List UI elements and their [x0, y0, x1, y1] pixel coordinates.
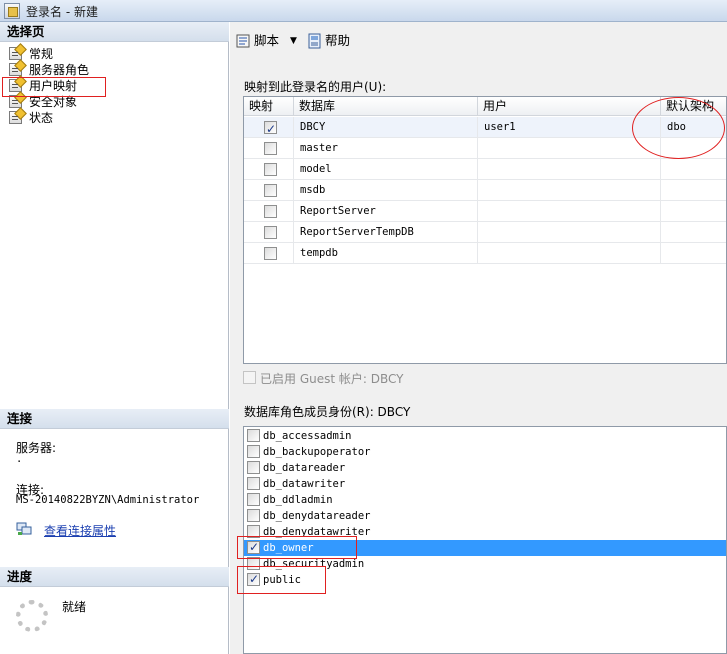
title-bar: 登录名 - 新建	[0, 0, 727, 22]
script-button[interactable]: 脚本	[254, 32, 279, 50]
role-name: db_accessadmin	[263, 430, 352, 442]
user-cell[interactable]	[478, 159, 661, 180]
list-item[interactable]: db_accessadmin	[244, 428, 726, 444]
schema-cell[interactable]	[661, 243, 726, 264]
help-button[interactable]: 帮助	[325, 32, 350, 50]
map-cell	[244, 243, 294, 264]
page-icon	[9, 111, 22, 124]
map-checkbox[interactable]	[264, 163, 277, 176]
database-cell: ReportServer	[294, 201, 478, 222]
map-checkbox[interactable]	[264, 205, 277, 218]
column-header-database[interactable]: 数据库	[294, 97, 478, 116]
table-row[interactable]: ReportServer	[244, 201, 726, 222]
schema-cell[interactable]	[661, 222, 726, 243]
connection-header: 连接	[0, 409, 229, 429]
role-membership-label: 数据库角色成员身份(R): DBCY	[244, 405, 411, 419]
progress-status: 就绪	[62, 600, 87, 614]
script-icon	[236, 34, 250, 48]
map-checkbox[interactable]	[264, 142, 277, 155]
page-item-status[interactable]: 状态	[7, 110, 53, 126]
app-icon	[4, 3, 20, 19]
list-item[interactable]: db_datareader	[244, 460, 726, 476]
database-cell: master	[294, 138, 478, 159]
script-dropdown-chevron-down-icon[interactable]: ▼	[290, 32, 297, 50]
map-cell	[244, 117, 294, 138]
page-item-label: 状态	[29, 111, 54, 125]
schema-cell[interactable]	[661, 180, 726, 201]
view-connection-properties-link[interactable]: 查看连接属性	[44, 522, 116, 539]
page-item-label: 安全对象	[29, 95, 78, 109]
guest-enabled-label: 已启用 Guest 帐户: DBCY	[260, 372, 404, 386]
toolbar: 脚本 ▼ 帮助	[230, 22, 727, 60]
map-cell	[244, 138, 294, 159]
database-cell: tempdb	[294, 243, 478, 264]
table-row[interactable]: tempdb	[244, 243, 726, 264]
role-checkbox[interactable]	[247, 493, 260, 506]
users-mapped-label: 映射到此登录名的用户(U):	[244, 80, 387, 94]
database-cell: DBCY	[294, 117, 478, 138]
role-checkbox[interactable]	[247, 509, 260, 522]
database-cell: ReportServerTempDB	[294, 222, 478, 243]
page-item-label: 常规	[29, 47, 54, 61]
user-cell[interactable]	[478, 243, 661, 264]
map-cell	[244, 159, 294, 180]
user-cell[interactable]	[478, 201, 661, 222]
role-name: db_backupoperator	[263, 446, 371, 458]
page-item-label: 服务器角色	[29, 63, 90, 77]
table-row[interactable]: ReportServerTempDB	[244, 222, 726, 243]
role-name: db_denydatareader	[263, 510, 371, 522]
page-item-general[interactable]: 常规	[7, 46, 53, 62]
guest-enabled-checkbox[interactable]	[243, 371, 256, 384]
progress-header: 进度	[0, 567, 229, 587]
schema-cell[interactable]	[661, 201, 726, 222]
left-pane: 选择页 常规 服务器角色 用户映射 安全对象 状态 连接 服务器: . 连接: …	[0, 22, 229, 654]
map-checkbox[interactable]	[264, 247, 277, 260]
user-cell[interactable]	[478, 138, 661, 159]
role-checkbox[interactable]	[247, 429, 260, 442]
help-icon	[308, 33, 321, 49]
schema-cell[interactable]	[661, 159, 726, 180]
annotation-box-public	[237, 566, 326, 594]
map-cell	[244, 222, 294, 243]
map-cell	[244, 201, 294, 222]
role-checkbox[interactable]	[247, 477, 260, 490]
map-checkbox[interactable]	[264, 119, 277, 138]
column-header-map[interactable]: 映射	[244, 97, 294, 116]
table-row[interactable]: model	[244, 159, 726, 180]
column-header-user[interactable]: 用户	[478, 97, 661, 116]
annotation-box-db-owner	[237, 536, 357, 559]
map-checkbox[interactable]	[264, 226, 277, 239]
connection-properties-icon	[16, 522, 32, 535]
user-cell[interactable]	[478, 222, 661, 243]
table-row[interactable]: msdb	[244, 180, 726, 201]
annotation-ellipse-default-schema	[632, 97, 725, 159]
role-checkbox[interactable]	[247, 445, 260, 458]
annotation-box-user-mapping	[2, 77, 106, 97]
server-value: .	[16, 453, 23, 465]
connection-value: MS-20140822BYZN\Administrator	[16, 494, 200, 506]
list-item[interactable]: db_ddladmin	[244, 492, 726, 508]
select-page-header: 选择页	[0, 22, 229, 42]
map-checkbox[interactable]	[264, 184, 277, 197]
list-item[interactable]: db_denydatareader	[244, 508, 726, 524]
role-name: db_datawriter	[263, 478, 346, 490]
window-title: 登录名 - 新建	[26, 5, 98, 19]
role-name: db_datareader	[263, 462, 346, 474]
role-checkbox[interactable]	[247, 461, 260, 474]
database-cell: msdb	[294, 180, 478, 201]
role-name: db_ddladmin	[263, 494, 333, 506]
user-cell[interactable]	[478, 180, 661, 201]
list-item[interactable]: db_datawriter	[244, 476, 726, 492]
map-cell	[244, 180, 294, 201]
progress-spinner-icon	[16, 600, 48, 632]
database-cell: model	[294, 159, 478, 180]
list-item[interactable]: db_backupoperator	[244, 444, 726, 460]
